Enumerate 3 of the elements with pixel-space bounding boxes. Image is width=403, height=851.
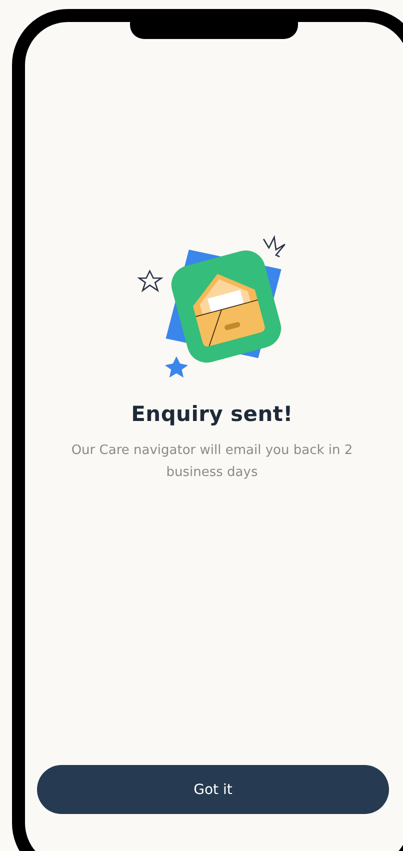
confirmation-title: Enquiry sent! [131, 402, 293, 426]
got-it-button[interactable]: Got it [37, 765, 389, 814]
confirmation-message: Our Care navigator will email you back in 2 business days [70, 442, 354, 482]
